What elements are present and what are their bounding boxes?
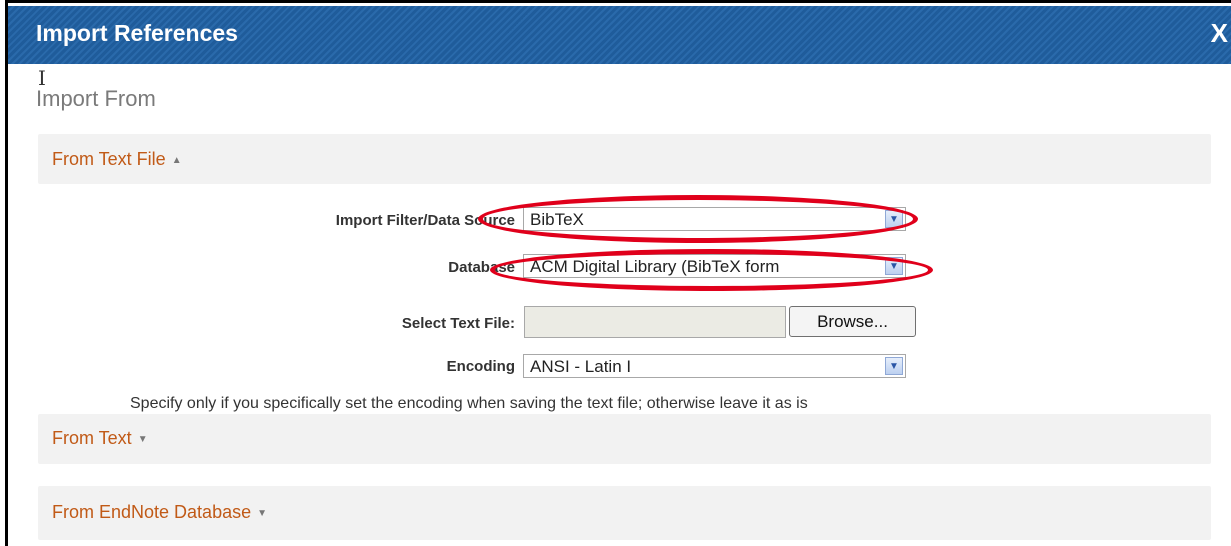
collapse-arrow-icon: ▲ [171,154,182,166]
text-file-input[interactable] [524,306,786,338]
encoding-select[interactable]: ANSI - Latin I ▼ [523,354,906,378]
encoding-value: ANSI - Latin I [530,357,632,376]
from-text-panel[interactable]: From Text ▼ [38,414,1211,464]
annotation-circle-database [490,249,933,291]
from-text-file-title: From Text File [52,149,166,169]
browse-button[interactable]: Browse... [789,306,916,337]
from-text-toggle[interactable]: From Text ▼ [52,428,148,449]
encoding-label: Encoding [446,358,515,375]
chevron-down-icon[interactable]: ▼ [885,357,903,375]
annotation-circle-filter [478,195,918,243]
select-text-file-label: Select Text File: [401,315,515,332]
expand-arrow-icon: ▼ [137,433,148,445]
from-endnote-panel[interactable]: From EndNote Database ▼ [38,486,1211,540]
encoding-hint: Specify only if you specifically set the… [130,395,808,412]
from-text-file-panel[interactable]: From Text File ▲ [38,134,1211,184]
close-button[interactable]: X [1211,18,1228,49]
from-text-title: From Text [52,428,132,448]
from-text-file-toggle[interactable]: From Text File ▲ [52,149,182,170]
import-from-heading: Import From [36,86,156,111]
dialog-title: Import References [36,20,238,46]
dialog-title-bar: Import References X [8,6,1231,64]
expand-arrow-icon: ▼ [257,507,268,519]
from-endnote-title: From EndNote Database [52,502,252,522]
from-endnote-toggle[interactable]: From EndNote Database ▼ [52,502,267,523]
